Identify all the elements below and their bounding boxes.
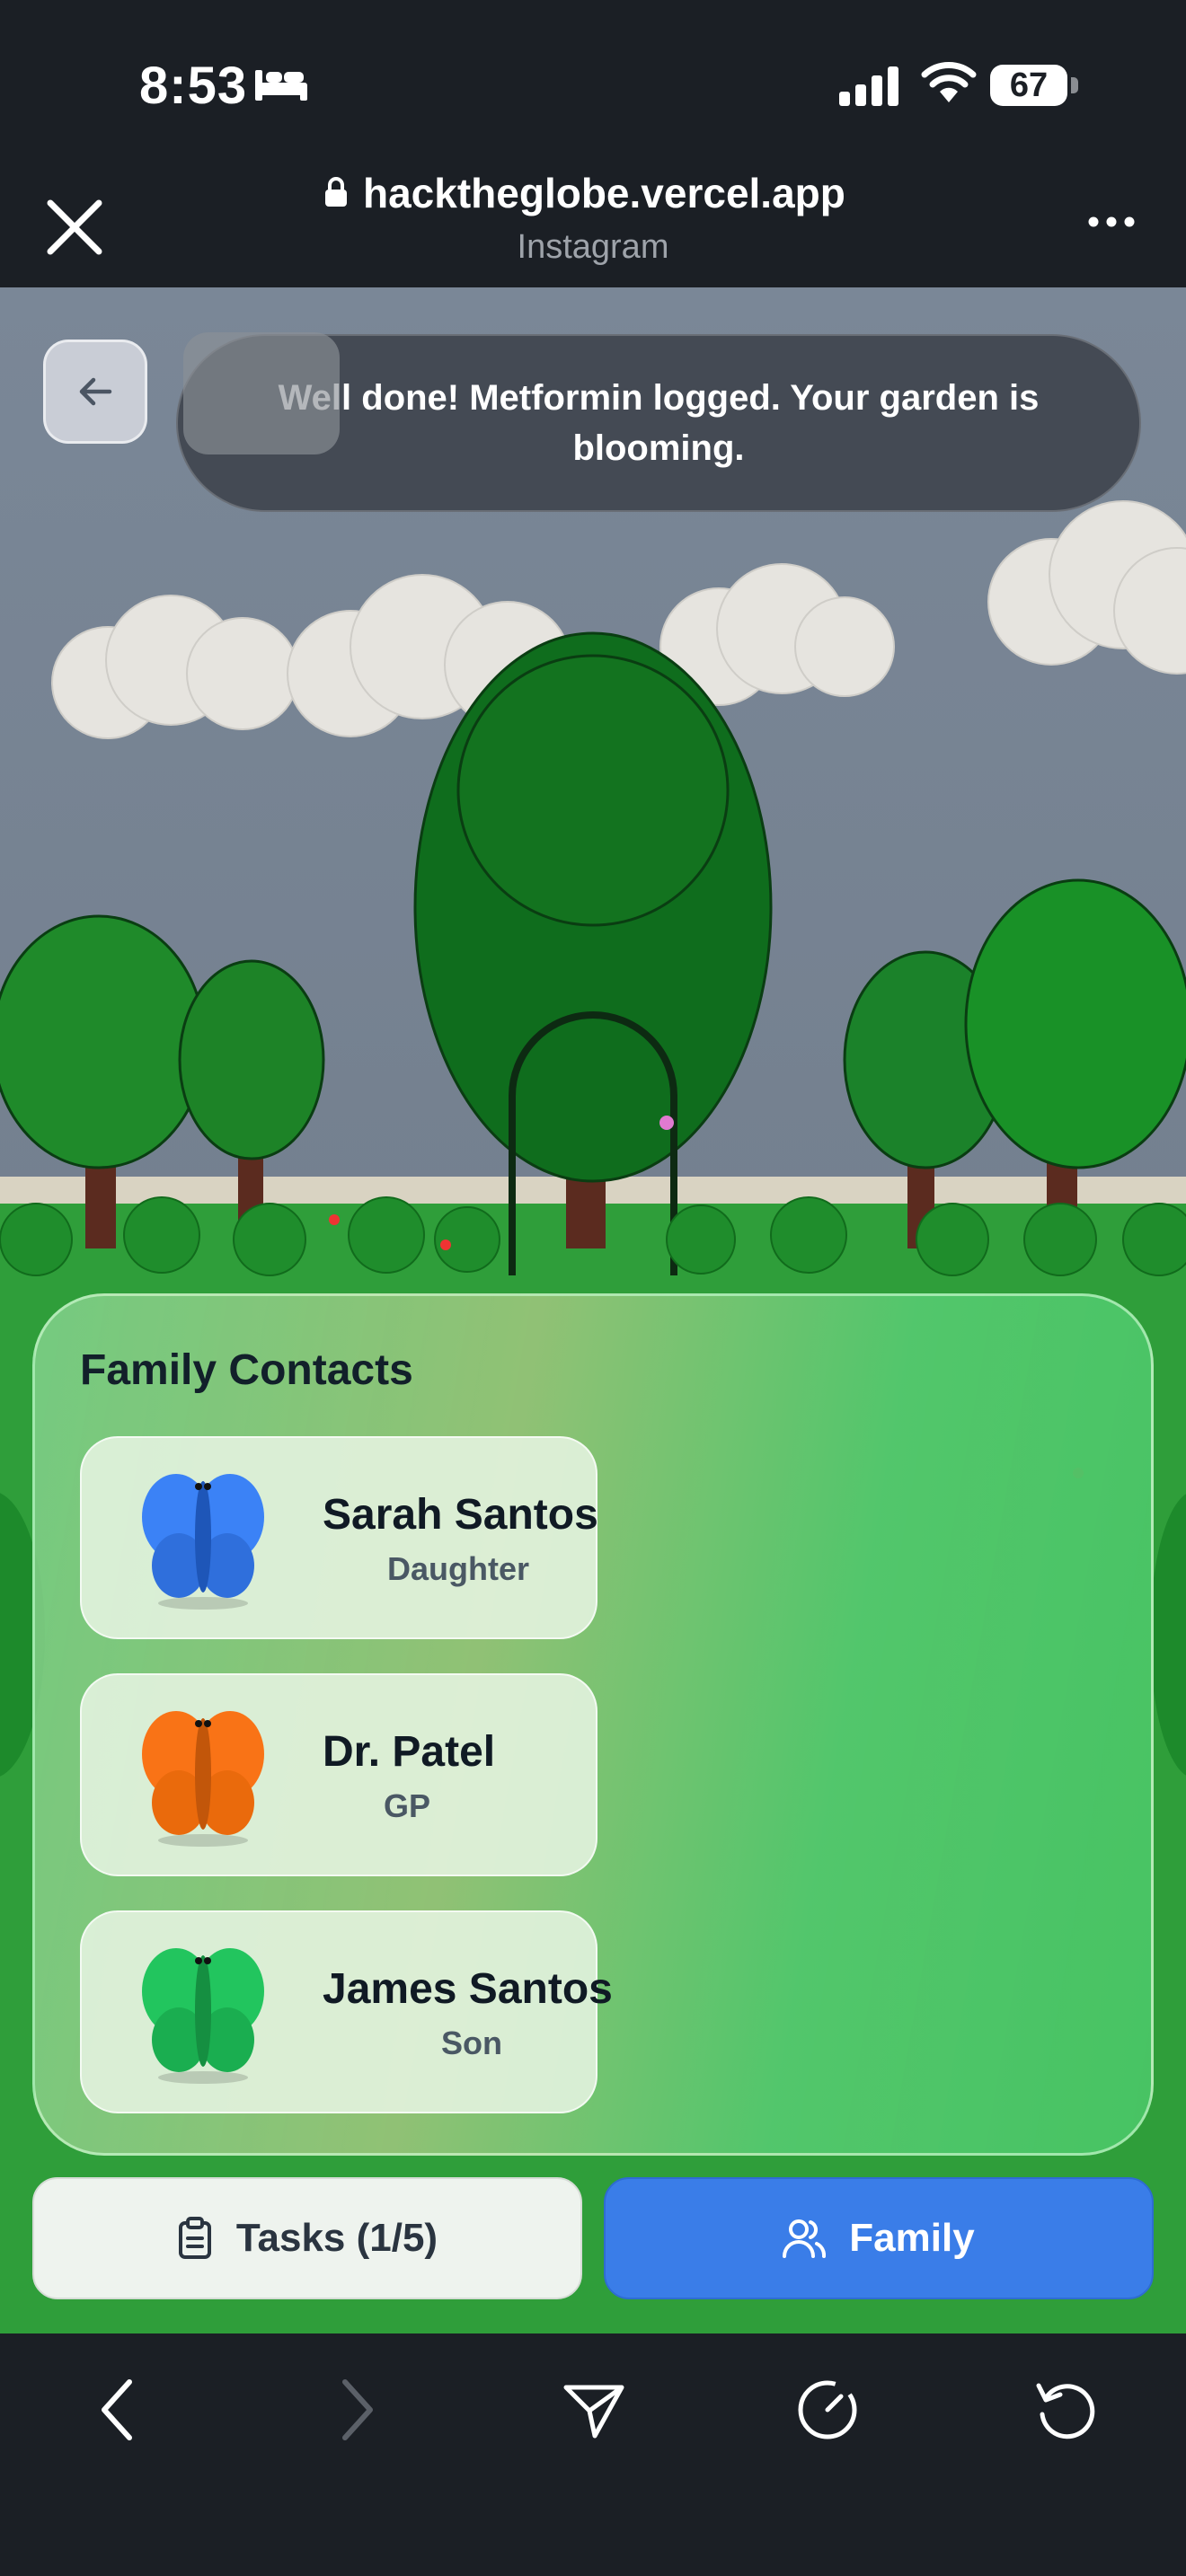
url-source: Instagram [517, 228, 669, 266]
lock-icon [325, 177, 347, 207]
contact-card-sarah[interactable]: Sarah Santos Daughter [80, 1436, 598, 1639]
chevron-right-icon[interactable] [340, 2378, 376, 2441]
contact-name: Dr. Patel [323, 1728, 496, 1776]
battery-cap [1071, 77, 1078, 93]
panel-title: Family Contacts [80, 1346, 413, 1394]
status-time: 8:53 [139, 57, 248, 115]
toast-message: Well done! Metformin logged. Your garden… [278, 378, 1040, 468]
contact-role: GP [384, 1787, 431, 1824]
users-icon [783, 2219, 827, 2258]
contact-role: Son [441, 2025, 502, 2061]
butterfly-avatar [142, 1474, 264, 1610]
back-button[interactable] [43, 340, 147, 444]
wifi-icon [921, 62, 977, 102]
tab-tasks-label: Tasks (1/5) [235, 2216, 438, 2260]
browser-bar: hacktheglobe.vercel.app Instagram [0, 162, 1186, 287]
url-text[interactable]: hacktheglobe.vercel.app [363, 169, 845, 217]
family-contacts-panel: Family Contacts Sarah Santos Daughter Dr… [32, 1293, 1154, 2156]
tab-tasks[interactable]: Tasks (1/5) [32, 2177, 582, 2299]
contact-card-patel[interactable]: Dr. Patel GP [80, 1673, 597, 1876]
toast-thumbnail [183, 332, 340, 454]
chevron-left-icon[interactable] [99, 2378, 135, 2441]
contact-role: Daughter [387, 1550, 530, 1587]
more-icon[interactable] [1087, 216, 1136, 228]
status-bar: 8:53 67 [0, 0, 1186, 162]
tab-family[interactable]: Family [604, 2177, 1154, 2299]
compass-icon[interactable] [796, 2378, 859, 2441]
bed-icon [255, 70, 307, 101]
tab-family-label: Family [849, 2216, 975, 2260]
battery-indicator: 67 [990, 65, 1067, 106]
arrow-left-icon [79, 377, 112, 406]
contact-name: James Santos [323, 1965, 613, 2013]
refresh-icon[interactable] [1035, 2378, 1098, 2441]
contact-name: Sarah Santos [323, 1491, 598, 1539]
contact-card-james[interactable]: James Santos Son [80, 1910, 613, 2113]
signal-icon [839, 66, 898, 106]
butterfly-avatar [142, 1711, 264, 1847]
send-icon[interactable] [562, 2378, 625, 2441]
butterfly-avatar [142, 1948, 264, 2084]
clipboard-icon [177, 2217, 213, 2260]
web-viewport: Well done! Metformin logged. Your garden… [0, 287, 1186, 2333]
browser-nav-bar [0, 2333, 1186, 2576]
